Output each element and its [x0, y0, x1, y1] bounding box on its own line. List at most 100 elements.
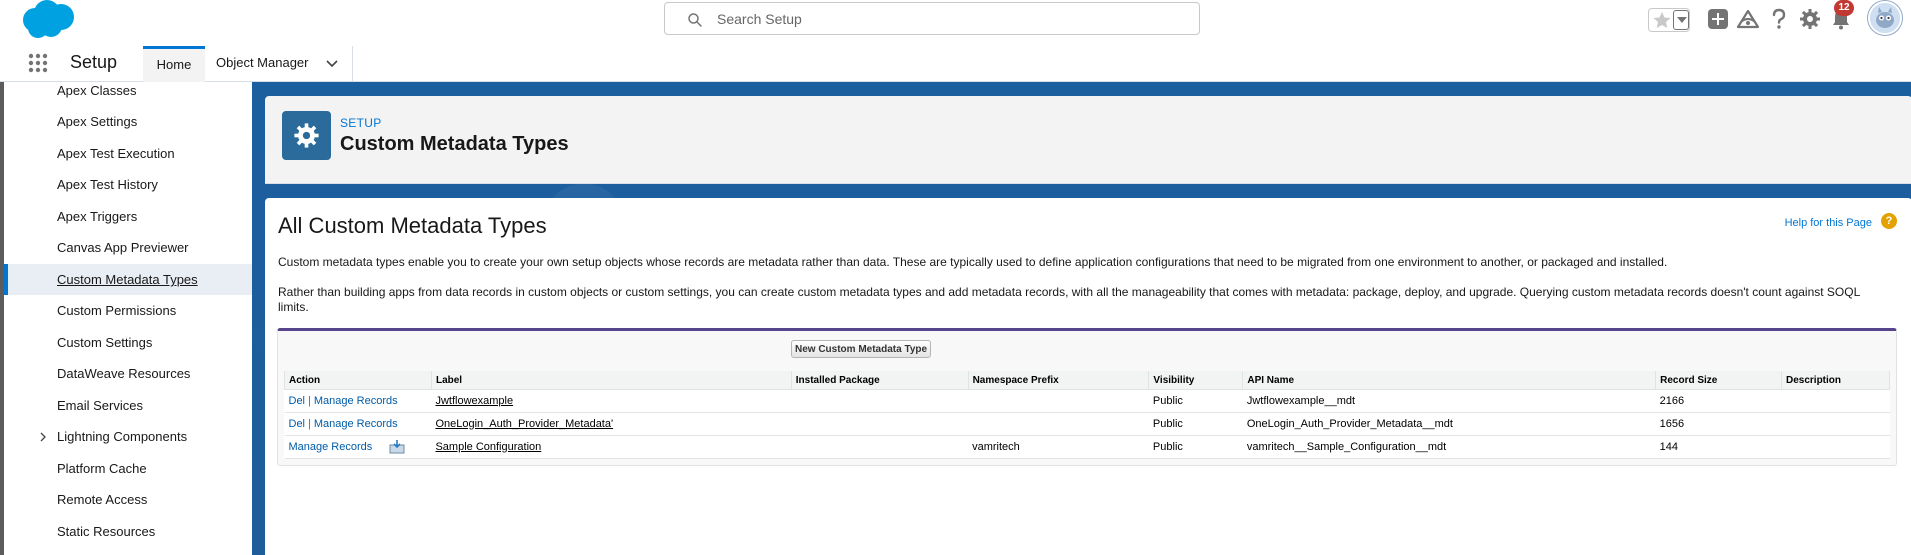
navigation-bar: Setup Home Object Manager — [0, 45, 1911, 82]
record-size-cell: 2166 — [1655, 389, 1782, 413]
chevron-right-icon[interactable] — [40, 432, 46, 442]
setup-gear-icon — [282, 111, 331, 160]
sidebar-item-label: DataWeave Resources — [57, 366, 191, 381]
breadcrumb[interactable]: SETUP — [340, 116, 382, 130]
label-cell: Sample Configuration — [431, 435, 792, 459]
sidebar-item-label: Apex Test Execution — [57, 146, 175, 161]
new-custom-metadata-type-button[interactable]: New Custom Metadata Type — [791, 340, 932, 358]
visibility-cell: Public — [1148, 389, 1243, 413]
namespace-cell — [968, 412, 1149, 436]
delete-link[interactable]: Del — [289, 395, 306, 407]
sidebar-item-apex-test-history[interactable]: Apex Test History — [4, 169, 252, 200]
help-icon[interactable] — [1767, 7, 1791, 31]
label-link[interactable]: OneLogin_Auth_Provider_Metadata' — [435, 418, 613, 430]
salesforce-logo-icon[interactable] — [18, 0, 78, 40]
action-separator: | — [308, 417, 311, 430]
action-separator: | — [308, 394, 311, 407]
search-input[interactable] — [717, 8, 1187, 30]
sidebar-item-label: Remote Access — [57, 492, 148, 507]
installed-package-cell — [791, 412, 969, 436]
trailhead-icon[interactable] — [1736, 7, 1760, 31]
column-header-visibility[interactable]: Visibility — [1148, 371, 1244, 390]
label-cell: OneLogin_Auth_Provider_Metadata' — [431, 412, 792, 436]
sidebar-item-label: Lightning Components — [57, 429, 188, 444]
setup-sidebar: Apex Classes Apex Settings Apex Test Exe… — [0, 82, 252, 555]
star-icon[interactable] — [1652, 11, 1672, 29]
page-title: Custom Metadata Types — [340, 133, 569, 155]
content-panel: All Custom Metadata Types Help for this … — [265, 198, 1911, 555]
chevron-down-icon[interactable] — [326, 60, 338, 68]
label-cell: Jwtflowexample — [431, 389, 792, 413]
list-heading: All Custom Metadata Types — [278, 213, 547, 238]
sidebar-item-apex-classes[interactable]: Apex Classes — [4, 82, 252, 106]
help-icon[interactable]: ? — [1881, 213, 1897, 229]
global-header: 12 — [0, 0, 1911, 45]
search-icon — [688, 13, 702, 27]
action-cell: Del | Manage Records — [284, 412, 432, 436]
tab-object-manager-label: Object Manager — [216, 55, 309, 70]
visibility-cell: Public — [1148, 412, 1243, 436]
delete-link[interactable]: Del — [289, 418, 306, 430]
api-name-cell: Jwtflowexample__mdt — [1242, 389, 1656, 413]
label-link[interactable]: Sample Configuration — [435, 441, 541, 453]
sidebar-item-static-resources[interactable]: Static Resources — [4, 516, 252, 547]
sidebar-item-custom-settings[interactable]: Custom Settings — [4, 327, 252, 358]
table-row: Del | Manage Records Jwtflowexample Public… — [284, 389, 1890, 413]
column-header-api-name[interactable]: API Name — [1242, 371, 1657, 390]
avatar-icon[interactable] — [1868, 1, 1902, 35]
metadata-types-list: New Custom Metadata Type Action Label In… — [277, 328, 1897, 466]
column-header-namespace-prefix[interactable]: Namespace Prefix — [967, 371, 1150, 390]
plus-icon[interactable] — [1706, 7, 1730, 31]
column-header-installed-package[interactable]: Installed Package — [790, 371, 969, 390]
sidebar-item-label: Platform Cache — [57, 461, 147, 476]
record-size-cell: 144 — [1655, 435, 1782, 459]
action-cell: Del | Manage Records — [284, 389, 432, 413]
search-box[interactable] — [664, 2, 1200, 35]
sidebar-item-apex-settings[interactable]: Apex Settings — [4, 106, 252, 137]
manage-records-link[interactable]: Manage Records — [314, 395, 398, 407]
column-header-description[interactable]: Description — [1781, 371, 1890, 390]
installed-package-cell — [791, 389, 969, 413]
sidebar-item-custom-metadata-types[interactable]: Custom Metadata Types — [4, 264, 252, 295]
column-header-label[interactable]: Label — [430, 371, 792, 390]
tab-object-manager[interactable]: Object Manager — [205, 46, 353, 82]
description-cell — [1781, 412, 1890, 436]
sidebar-item-apex-test-execution[interactable]: Apex Test Execution — [4, 138, 252, 169]
table-row: Manage Records Sample Configuration vamr… — [284, 435, 1890, 459]
favorites-button[interactable] — [1648, 8, 1690, 32]
page-header: SETUP Custom Metadata Types — [265, 96, 1911, 184]
visibility-cell: Public — [1148, 435, 1243, 459]
description-paragraph: Rather than building apps from data reco… — [278, 285, 1860, 314]
app-launcher-icon[interactable] — [28, 53, 48, 73]
installed-package-cell — [791, 435, 969, 459]
sidebar-item-canvas-app-previewer[interactable]: Canvas App Previewer — [4, 232, 252, 263]
api-name-cell: OneLogin_Auth_Provider_Metadata__mdt — [1242, 412, 1656, 436]
chevron-down-icon — [1677, 17, 1687, 23]
help-link[interactable]: Help for this Page — [1785, 217, 1872, 229]
sidebar-item-apex-triggers[interactable]: Apex Triggers — [4, 201, 252, 232]
namespace-cell: vamritech — [968, 435, 1149, 459]
gear-icon[interactable] — [1798, 7, 1822, 31]
table-header-row: Action Label Installed Package Namespace… — [284, 371, 1890, 390]
manage-records-link[interactable]: Manage Records — [289, 440, 373, 452]
metadata-types-table: Action Label Installed Package Namespace… — [284, 371, 1890, 459]
sidebar-item-dataweave-resources[interactable]: DataWeave Resources — [4, 358, 252, 389]
sidebar-item-custom-permissions[interactable]: Custom Permissions — [4, 295, 252, 326]
sidebar-item-label: Static Resources — [57, 524, 156, 539]
column-header-record-size[interactable]: Record Size — [1655, 371, 1782, 390]
sidebar-item-lightning-components[interactable]: Lightning Components — [4, 421, 252, 452]
sidebar-item-remote-access[interactable]: Remote Access — [4, 484, 252, 515]
sidebar-item-platform-cache[interactable]: Platform Cache — [4, 453, 252, 484]
description-paragraph: Custom metadata types enable you to crea… — [278, 255, 1668, 269]
favorites-dropdown[interactable] — [1673, 10, 1689, 30]
label-link[interactable]: Jwtflowexample — [435, 395, 513, 407]
app-name: Setup — [70, 52, 118, 72]
sidebar-item-label: Custom Metadata Types — [57, 272, 198, 287]
sidebar-item-email-services[interactable]: Email Services — [4, 390, 252, 421]
sidebar-item-label: Email Services — [57, 398, 143, 413]
tab-home[interactable]: Home — [143, 46, 205, 82]
manage-records-link[interactable]: Manage Records — [314, 418, 398, 430]
sidebar-item-label: Custom Settings — [57, 335, 153, 350]
namespace-cell — [968, 389, 1149, 413]
action-cell: Manage Records — [284, 435, 432, 459]
